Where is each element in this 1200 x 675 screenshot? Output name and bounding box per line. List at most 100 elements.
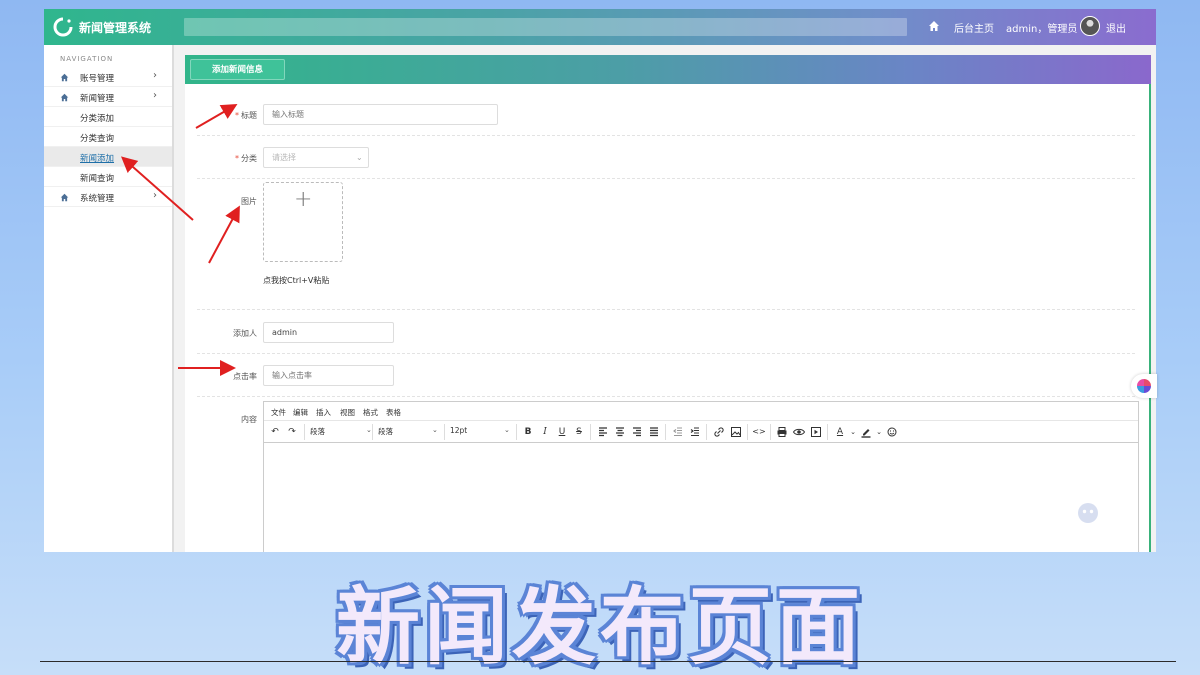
sidebar-item-label: 新闻管理 — [80, 94, 115, 104]
editor-menubar: 文件 编辑 插入 视图 格式 表格 — [264, 402, 1138, 421]
tab-add-news[interactable]: 添加新闻信息 — [190, 59, 285, 80]
chevron-down-icon[interactable]: ⌄ — [872, 425, 886, 439]
toolbar-divider — [827, 424, 828, 440]
menu-view[interactable]: 视图 — [340, 407, 355, 418]
editor-content-area[interactable] — [264, 443, 1138, 552]
highlight-icon[interactable] — [859, 425, 873, 439]
plus-icon: + — [294, 187, 313, 212]
menu-table[interactable]: 表格 — [386, 407, 401, 418]
clicks-label: 点击率 — [233, 372, 257, 381]
code-icon[interactable]: <> — [752, 425, 766, 439]
sidebar-subitem-news-query[interactable]: 新闻查询 — [44, 167, 172, 187]
author-input[interactable] — [263, 322, 394, 343]
menu-edit[interactable]: 编辑 — [293, 407, 308, 418]
home-icon — [60, 193, 69, 202]
row-divider — [197, 309, 1135, 310]
image-label: 图片 — [241, 197, 257, 206]
align-right-icon[interactable] — [630, 425, 644, 439]
app-window: 新闻管理系统 后台主页 admin，管理员 退出 NAVIGATION 账号管理… — [44, 9, 1156, 552]
menu-format[interactable]: 格式 — [363, 407, 378, 418]
app-title: 新闻管理系统 — [79, 21, 152, 35]
bold-icon[interactable]: B — [521, 425, 535, 439]
toolbar-divider — [516, 424, 517, 440]
title-input[interactable] — [263, 104, 498, 125]
sidebar-item-system[interactable]: 系统管理 › — [44, 187, 172, 207]
top-header: 新闻管理系统 后台主页 admin，管理员 退出 — [44, 9, 1156, 45]
font-size-select[interactable]: 12pt ⌄ — [450, 426, 512, 435]
sidebar-item-account[interactable]: 账号管理 › — [44, 67, 172, 87]
home-icon — [60, 93, 69, 102]
home-icon — [60, 73, 69, 82]
media-icon[interactable] — [809, 425, 823, 439]
menu-file[interactable]: 文件 — [271, 407, 286, 418]
content-label: 内容 — [241, 415, 257, 424]
strikethrough-icon[interactable]: S — [572, 425, 586, 439]
sidebar-item-label: 账号管理 — [80, 74, 115, 84]
undo-icon[interactable]: ↶ — [268, 425, 282, 439]
main-panel: 添加新闻信息 *标题 *分类 请选择 ⌄ 图片 + 点我按Ctrl+V粘贴 添加… — [185, 55, 1151, 552]
paste-hint: 点我按Ctrl+V粘贴 — [263, 276, 330, 285]
sidebar-subitem-news-add[interactable]: 新闻添加 — [44, 147, 172, 167]
sidebar-subitem-label: 分类添加 — [80, 114, 115, 124]
image-upload-box[interactable]: + — [263, 182, 343, 262]
block-format-value: 段落 — [310, 427, 325, 436]
preview-icon[interactable] — [792, 425, 806, 439]
sidebar-subitem-label: 分类查询 — [80, 134, 115, 144]
print-icon[interactable] — [775, 425, 789, 439]
font-color-icon[interactable]: A — [833, 425, 847, 439]
app-logo-icon — [53, 17, 73, 37]
author-label: 添加人 — [233, 329, 257, 338]
watermark-logo-icon — [1078, 503, 1098, 523]
sidebar-subitem-category-add[interactable]: 分类添加 — [44, 107, 172, 127]
font-size-value: 12pt — [450, 426, 468, 435]
image-icon[interactable] — [729, 425, 743, 439]
chevron-right-icon: › — [153, 70, 157, 81]
sidebar-subitem-label: 新闻添加 — [80, 154, 115, 164]
underline-icon[interactable]: U — [555, 425, 569, 439]
toolbar-divider — [665, 424, 666, 440]
align-left-icon[interactable] — [596, 425, 610, 439]
chevron-right-icon: › — [153, 90, 157, 101]
menu-insert[interactable]: 插入 — [316, 407, 331, 418]
redo-icon[interactable]: ↷ — [285, 425, 299, 439]
emoji-icon[interactable] — [885, 425, 899, 439]
chevron-down-icon: ⌄ — [432, 426, 438, 434]
avatar[interactable] — [1080, 16, 1100, 36]
sidebar-subitem-category-query[interactable]: 分类查询 — [44, 127, 172, 147]
toolbar-divider — [770, 424, 771, 440]
floating-assistant-button[interactable] — [1131, 374, 1157, 398]
title-label: * 标题 — [197, 110, 257, 121]
outdent-icon[interactable] — [671, 425, 685, 439]
bottom-divider — [40, 661, 1176, 662]
category-label: * 分类 — [197, 153, 257, 164]
home-link[interactable]: 后台主页 — [954, 20, 994, 35]
page-caption: 新闻发布页面 — [335, 578, 864, 675]
sidebar-item-news[interactable]: 新闻管理 › — [44, 87, 172, 107]
link-icon[interactable] — [712, 425, 726, 439]
title-label-text: 标题 — [241, 111, 257, 120]
block-format-select[interactable]: 段落 ⌄ — [310, 426, 372, 437]
clicks-input[interactable] — [263, 365, 394, 386]
logout-link[interactable]: 退出 — [1106, 20, 1126, 35]
toolbar-divider — [372, 424, 373, 440]
toolbar-divider — [747, 424, 748, 440]
row-divider — [197, 353, 1135, 354]
align-justify-icon[interactable] — [647, 425, 661, 439]
align-center-icon[interactable] — [613, 425, 627, 439]
category-select[interactable]: 请选择 ⌄ — [263, 147, 369, 168]
toolbar-divider — [444, 424, 445, 440]
home-icon[interactable] — [928, 20, 940, 32]
sidebar-subitem-label: 新闻查询 — [80, 174, 115, 184]
italic-icon[interactable]: I — [538, 425, 552, 439]
indent-icon[interactable] — [688, 425, 702, 439]
toolbar-divider — [590, 424, 591, 440]
chevron-down-icon: ⌄ — [356, 153, 363, 162]
row-divider — [197, 396, 1135, 397]
user-info[interactable]: admin，管理员 — [1006, 20, 1077, 35]
category-label-text: 分类 — [241, 154, 257, 163]
header-search-bar[interactable] — [184, 18, 907, 36]
row-divider — [197, 178, 1135, 179]
paragraph-select[interactable]: 段落 ⌄ — [378, 426, 440, 437]
chevron-down-icon[interactable]: ⌄ — [846, 425, 860, 439]
row-divider — [197, 135, 1135, 136]
